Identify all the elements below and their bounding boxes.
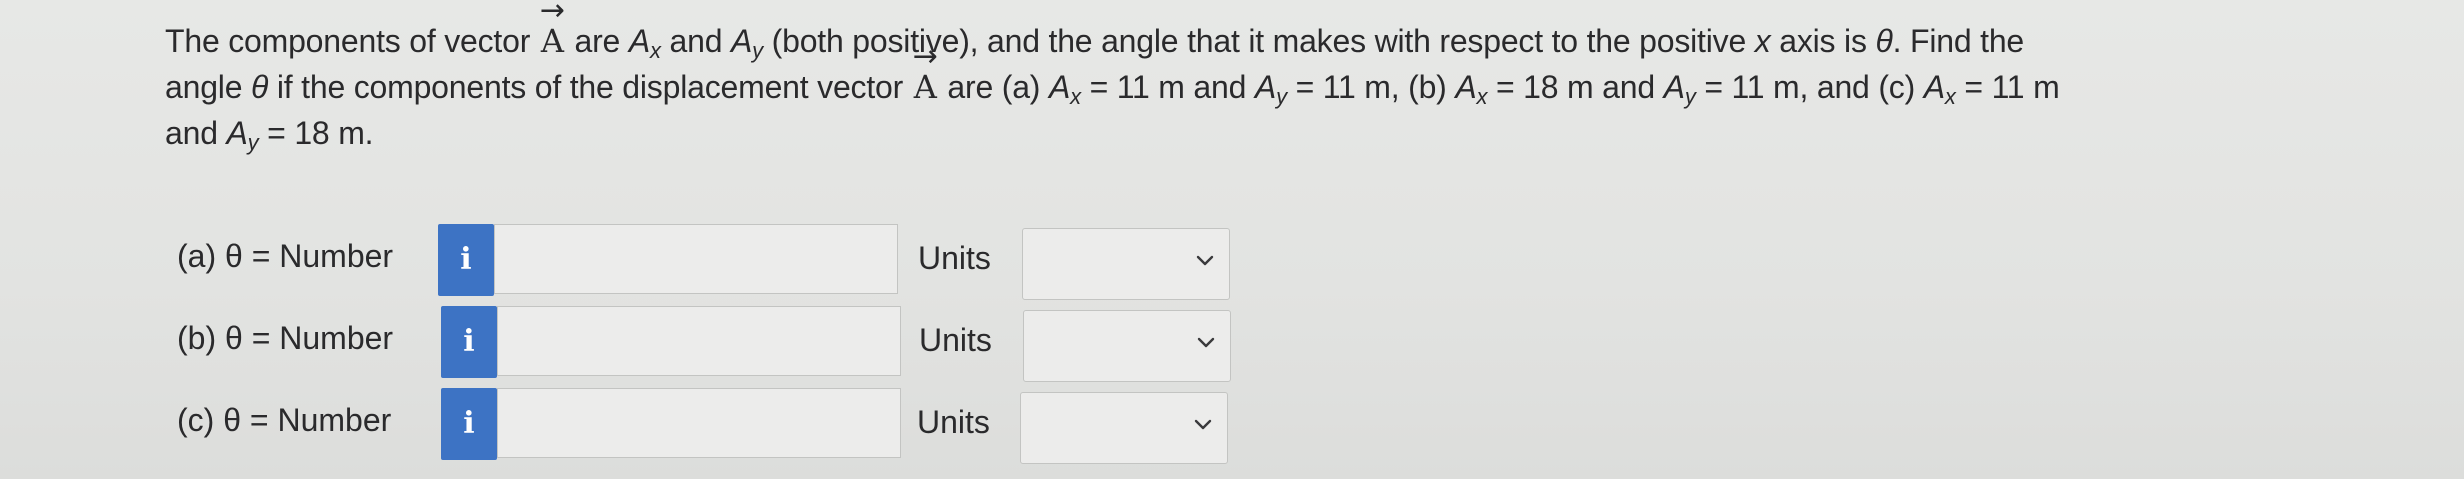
question-text: The components of vector → A are Ax and A… (165, 0, 2295, 156)
text-segment: = 11 m, (b) (1286, 69, 1456, 105)
text-segment: = 11 m and (1080, 69, 1255, 105)
theta-a-input[interactable] (494, 224, 898, 294)
units-dropdown-a[interactable] (1022, 228, 1230, 300)
info-icon[interactable]: i (438, 224, 494, 296)
chevron-down-icon (1194, 419, 1212, 430)
subscript: y (1684, 84, 1696, 109)
subscript: y (1276, 84, 1287, 109)
subscript: y (752, 38, 763, 63)
subscript: y (247, 130, 259, 155)
text-segment: are (565, 23, 629, 59)
text-segment: = 11 m, and (c) (1695, 69, 1924, 105)
var-a: A (1254, 69, 1277, 105)
var-a: A (226, 115, 248, 151)
theta-c-input[interactable] (497, 388, 901, 458)
text-segment: axis is (1770, 23, 1876, 59)
answer-label: (c) θ = Number (177, 402, 392, 438)
question-line-2: angle θ if the components of the displac… (165, 42, 2295, 110)
text-segment: The components of vector (165, 23, 539, 59)
info-icon[interactable]: i (441, 306, 497, 378)
var-a: A (1048, 69, 1071, 105)
vector-arrow-icon: → (539, 0, 565, 28)
var-theta: θ (251, 69, 269, 105)
var-theta: θ (1875, 23, 1893, 59)
var-a: A (1663, 69, 1685, 105)
vector-a: → A (539, 0, 566, 64)
question-line-1: The components of vector → A are Ax and A… (165, 0, 2295, 64)
theta-b-input[interactable] (497, 306, 901, 376)
text-segment: . Find the (1892, 23, 2025, 59)
var-a: A (628, 23, 650, 59)
units-dropdown-c[interactable] (1020, 392, 1228, 464)
units-label: Units (917, 404, 990, 440)
chevron-down-icon (1196, 255, 1214, 266)
vector-arrow-icon: → (912, 39, 938, 74)
text-segment: = 11 m (1955, 69, 2060, 105)
answer-label: (b) θ = Number (177, 320, 394, 356)
text-segment: are (a) (938, 69, 1049, 105)
subscript: x (1070, 84, 1081, 109)
var-a: A (1923, 69, 1945, 105)
text-segment: = 18 m and (1487, 69, 1664, 105)
vector-a: → A (912, 42, 939, 110)
answer-label: (a) θ = Number (177, 238, 394, 274)
units-dropdown-b[interactable] (1023, 310, 1231, 382)
var-a: A (1455, 69, 1477, 105)
text-segment: and (165, 115, 227, 151)
text-segment: = 18 m. (258, 115, 374, 151)
text-segment: angle (165, 69, 251, 105)
subscript: x (650, 38, 661, 63)
question-line-3: and Ay = 18 m. (165, 110, 2295, 156)
text-segment: if the components of the displacement ve… (268, 69, 912, 105)
var-a: A (731, 23, 753, 59)
units-label: Units (918, 240, 991, 276)
question-panel: The components of vector → A are Ax and A… (0, 0, 2464, 479)
chevron-down-icon (1197, 337, 1215, 348)
units-label: Units (919, 322, 992, 358)
subscript: x (1944, 84, 1956, 109)
info-icon[interactable]: i (441, 388, 497, 460)
subscript: x (1476, 84, 1488, 109)
var-x: x (1754, 23, 1771, 59)
text-segment: and (660, 23, 731, 59)
